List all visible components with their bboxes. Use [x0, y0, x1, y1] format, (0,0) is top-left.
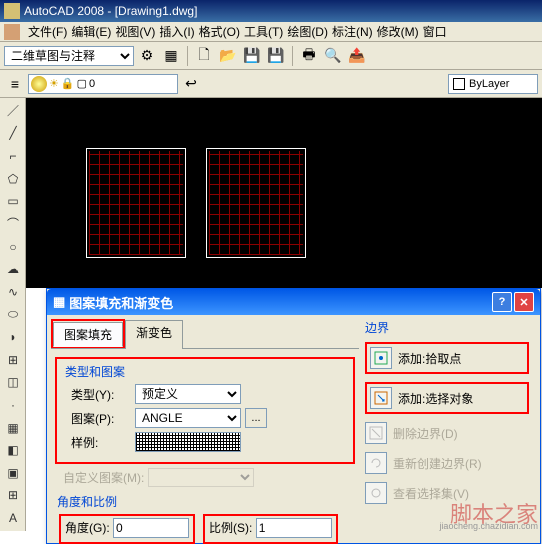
insert-icon[interactable]: ⊞: [2, 349, 24, 371]
region-icon[interactable]: ▣: [2, 462, 24, 484]
close-button[interactable]: ✕: [514, 292, 534, 312]
ellipsearc-icon[interactable]: ◗: [2, 326, 24, 348]
ellipse-icon[interactable]: ⬭: [2, 304, 24, 326]
type-select[interactable]: 预定义: [135, 384, 241, 404]
workspace-settings-icon[interactable]: ⚙: [136, 45, 158, 67]
toolbar-workspace: 二维草图与注释 ⚙ ▦ 🗋 📂 💾 💾 🖶 🔍 📤: [0, 42, 542, 70]
dialog-titlebar[interactable]: ▦ 图案填充和渐变色 ? ✕: [47, 289, 540, 315]
boundary-label: 边界: [365, 319, 529, 336]
hatched-rect-2: [206, 148, 306, 258]
plot-icon[interactable]: 🖶: [298, 45, 320, 67]
publish-icon[interactable]: 📤: [346, 45, 368, 67]
color-swatch: [453, 78, 465, 90]
angle-label: 角度(G):: [65, 521, 110, 535]
dialog-left-pane: 图案填充 渐变色 类型和图案 类型(Y): 预定义 图案(P): ANGLE .…: [51, 319, 359, 537]
gradient-icon[interactable]: ◧: [2, 439, 24, 461]
separator: [292, 46, 293, 66]
menu-modify[interactable]: 修改(M): [377, 23, 419, 40]
menu-view[interactable]: 视图(V): [115, 23, 155, 40]
select-objects-icon: [370, 387, 392, 409]
type-label: 类型(Y):: [71, 386, 131, 403]
xline-icon[interactable]: ╱: [2, 123, 24, 145]
menu-format[interactable]: 格式(O): [199, 23, 240, 40]
line-icon[interactable]: ／: [2, 100, 24, 122]
workspace-dropdown[interactable]: 二维草图与注释: [4, 46, 134, 66]
menubar: 文件(F) 编辑(E) 视图(V) 插入(I) 格式(O) 工具(T) 绘图(D…: [0, 22, 542, 42]
separator: [187, 46, 188, 66]
saveall-icon[interactable]: 💾: [265, 45, 287, 67]
dialog-title: 图案填充和渐变色: [69, 293, 173, 312]
menu-file[interactable]: 文件(F): [28, 23, 67, 40]
bulb-icon: [31, 76, 47, 92]
mtext-icon[interactable]: A: [2, 507, 24, 529]
drawing-canvas[interactable]: [26, 98, 542, 288]
layer-manager-icon[interactable]: ≡: [4, 73, 26, 95]
sample-label: 样例:: [71, 434, 131, 451]
toolbar-btn[interactable]: ▦: [160, 45, 182, 67]
hatched-rect-1: [86, 148, 186, 258]
delete-boundary-row: 删除边界(D): [365, 422, 529, 444]
polygon-icon[interactable]: ⬠: [2, 168, 24, 190]
table-icon[interactable]: ⊞: [2, 485, 24, 507]
new-icon[interactable]: 🗋: [193, 45, 215, 67]
view-selection-row: 查看选择集(V): [365, 482, 529, 504]
tabs: 图案填充 渐变色: [51, 319, 359, 349]
block-icon[interactable]: ◫: [2, 372, 24, 394]
app-icon: [4, 3, 20, 19]
tab-hatch[interactable]: 图案填充: [53, 322, 123, 347]
menu-insert[interactable]: 插入(I): [159, 23, 194, 40]
pattern-preview[interactable]: [135, 432, 241, 452]
scale-input[interactable]: [256, 518, 332, 538]
hatch-icon[interactable]: ▦: [2, 417, 24, 439]
menu-edit[interactable]: 编辑(E): [71, 23, 111, 40]
save-icon[interactable]: 💾: [241, 45, 263, 67]
layer-dropdown[interactable]: ☀ 🔒 ▢ 0: [28, 74, 178, 94]
group-angle-label: 角度和比例: [57, 493, 359, 510]
angle-input[interactable]: [113, 518, 189, 538]
canvas-area: ▦ 图案填充和渐变色 ? ✕ 图案填充 渐变色 类型和图案 类型(Y):: [26, 98, 542, 531]
app-titlebar: AutoCAD 2008 - [Drawing1.dwg]: [0, 0, 542, 22]
point-icon[interactable]: ·: [2, 394, 24, 416]
pattern-label: 图案(P):: [71, 410, 131, 427]
spline-icon[interactable]: ∿: [2, 281, 24, 303]
watermark-url: jiaocheng.chazidian.com: [439, 521, 538, 531]
circle-icon[interactable]: ○: [2, 236, 24, 258]
preview-icon[interactable]: 🔍: [322, 45, 344, 67]
help-button[interactable]: ?: [492, 292, 512, 312]
rectangle-icon[interactable]: ▭: [2, 191, 24, 213]
open-icon[interactable]: 📂: [217, 45, 239, 67]
menu-draw[interactable]: 绘图(D): [287, 23, 328, 40]
delete-boundary-icon: [365, 422, 387, 444]
hatch-dialog: ▦ 图案填充和渐变色 ? ✕ 图案填充 渐变色 类型和图案 类型(Y):: [46, 288, 541, 544]
app-title: AutoCAD 2008 - [Drawing1.dwg]: [24, 4, 197, 18]
custom-pattern-row: 自定义图案(M):: [63, 468, 359, 487]
group-type-label: 类型和图案: [65, 363, 349, 380]
layer-name: 0: [89, 78, 95, 90]
dialog-right-pane: 边界 添加:拾取点 添加:选择对象 删除边界(D): [359, 319, 529, 537]
draw-toolbar: ／ ╱ ⌐ ⬠ ▭ ⌒ ○ ☁ ∿ ⬭ ◗ ⊞ ◫ · ▦ ◧ ▣ ⊞ A: [0, 98, 26, 531]
recreate-boundary-row: 重新创建边界(R): [365, 452, 529, 474]
view-selection-icon: [365, 482, 387, 504]
recreate-icon: [365, 452, 387, 474]
custom-pattern-select: [148, 468, 254, 487]
add-pick-row[interactable]: 添加:拾取点: [365, 342, 529, 374]
document-icon[interactable]: [4, 24, 20, 40]
arc-icon[interactable]: ⌒: [2, 213, 24, 235]
polyline-icon[interactable]: ⌐: [2, 145, 24, 167]
tab-gradient[interactable]: 渐变色: [125, 320, 183, 349]
scale-label: 比例(S):: [209, 521, 252, 535]
add-select-row[interactable]: 添加:选择对象: [365, 382, 529, 414]
pattern-browse-button[interactable]: ...: [245, 408, 267, 428]
pattern-select[interactable]: ANGLE: [135, 408, 241, 428]
revcloud-icon[interactable]: ☁: [2, 258, 24, 280]
color-dropdown[interactable]: ByLayer: [448, 74, 538, 94]
layer-prev-icon[interactable]: ↩: [180, 73, 202, 95]
menu-window[interactable]: 窗口: [423, 23, 447, 40]
menu-tools[interactable]: 工具(T): [244, 23, 283, 40]
menu-dim[interactable]: 标注(N): [332, 23, 373, 40]
pick-point-icon: [370, 347, 392, 369]
toolbar-layers: ≡ ☀ 🔒 ▢ 0 ↩ ByLayer: [0, 70, 542, 98]
